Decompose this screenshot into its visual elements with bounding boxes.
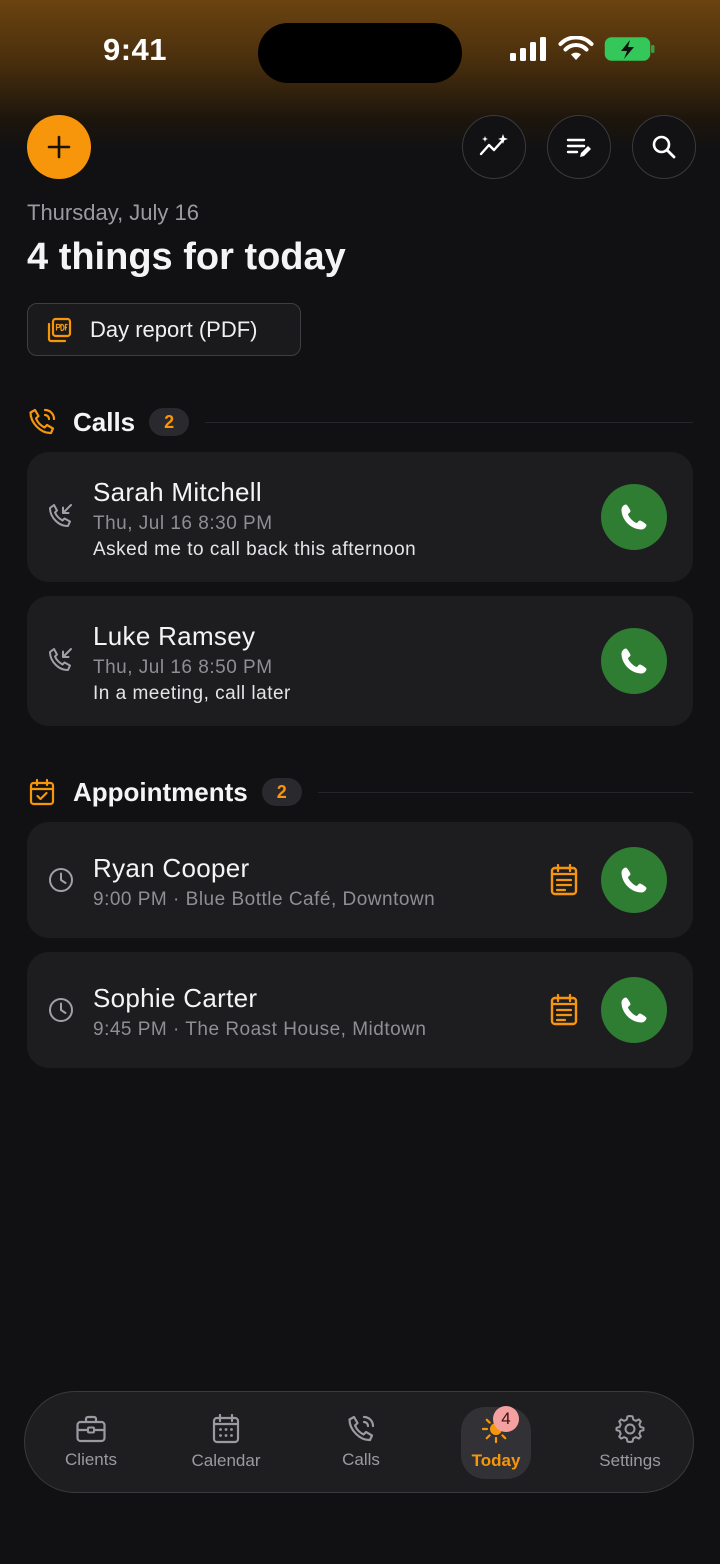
appointment-detail: 9:00 PM · Blue Bottle Café, Downtown xyxy=(93,889,436,910)
call-button[interactable] xyxy=(601,977,667,1043)
edit-list-icon xyxy=(566,138,591,157)
search-icon xyxy=(652,135,676,159)
calendar-note-icon[interactable] xyxy=(549,993,579,1027)
phone-icon xyxy=(621,997,647,1023)
tab-label: Calendar xyxy=(191,1451,261,1470)
plus-icon xyxy=(47,135,71,159)
tab-label: Calls xyxy=(342,1450,380,1469)
status-time: 9:41 xyxy=(102,32,168,67)
calendar-check-icon xyxy=(29,778,55,806)
call-card[interactable]: Luke Ramsey Thu, Jul 16 8:50 PM In a mee… xyxy=(27,596,693,726)
dynamic-island xyxy=(258,23,462,83)
appointments-section-title: Appointments xyxy=(73,776,248,807)
pdf-icon xyxy=(47,317,72,342)
tab-label: Today xyxy=(471,1451,521,1470)
appointment-card[interactable]: Ryan Cooper 9:00 PM · Blue Bottle Café, … xyxy=(27,822,693,938)
phone-call-icon xyxy=(348,1415,375,1442)
cellular-signal-icon xyxy=(510,37,546,61)
today-count-badge: 4 xyxy=(493,1406,519,1432)
incoming-call-icon xyxy=(49,648,72,671)
tab-bar: Clients Calendar Calls Today Settings xyxy=(24,1391,694,1493)
search-button[interactable] xyxy=(632,115,696,179)
battery-charging-icon xyxy=(604,37,655,61)
contact-name: Luke Ramsey xyxy=(93,621,256,651)
appointment-detail: 9:45 PM · The Roast House, Midtown xyxy=(93,1019,427,1040)
calendar-note-icon[interactable] xyxy=(549,863,579,897)
appointments-count-badge: 2 xyxy=(261,778,302,806)
insights-button[interactable] xyxy=(462,115,526,179)
tab-label: Clients xyxy=(65,1450,117,1469)
section-divider xyxy=(205,421,693,423)
current-date: Thursday, July 16 xyxy=(27,200,200,225)
call-note: Asked me to call back this afternoon xyxy=(93,539,417,560)
tab-today[interactable]: Today xyxy=(441,1392,551,1492)
tab-settings[interactable]: Settings xyxy=(575,1392,685,1492)
calendar-icon xyxy=(212,1413,240,1444)
add-button[interactable] xyxy=(27,115,91,179)
call-button[interactable] xyxy=(601,628,667,694)
call-button[interactable] xyxy=(601,847,667,913)
calls-count-badge: 2 xyxy=(149,408,190,436)
phone-call-icon xyxy=(29,408,56,435)
tab-clients[interactable]: Clients xyxy=(36,1392,146,1492)
tab-label: Settings xyxy=(599,1451,661,1470)
clock-icon xyxy=(49,998,73,1022)
phone-icon xyxy=(621,504,647,530)
gear-icon xyxy=(615,1415,645,1443)
call-button[interactable] xyxy=(601,484,667,550)
call-note: In a meeting, call later xyxy=(93,683,291,704)
phone-icon xyxy=(621,867,647,893)
day-report-button[interactable]: Day report (PDF) xyxy=(27,303,301,356)
call-time: Thu, Jul 16 8:50 PM xyxy=(93,657,273,678)
appointments-section-header: Appointments 2 xyxy=(27,772,693,812)
calls-section-title: Calls xyxy=(73,406,136,437)
contact-name: Ryan Cooper xyxy=(93,853,250,883)
incoming-call-icon xyxy=(49,504,72,527)
edit-list-button[interactable] xyxy=(547,115,611,179)
day-report-label: Day report (PDF) xyxy=(90,316,258,342)
call-card[interactable]: Sarah Mitchell Thu, Jul 16 8:30 PM Asked… xyxy=(27,452,693,582)
call-time: Thu, Jul 16 8:30 PM xyxy=(93,513,273,534)
calls-section-header: Calls 2 xyxy=(27,402,693,442)
section-divider xyxy=(317,791,693,793)
page-title: 4 things for today xyxy=(27,236,346,278)
tab-calls[interactable]: Calls xyxy=(306,1392,416,1492)
wifi-icon xyxy=(558,36,594,60)
contact-name: Sarah Mitchell xyxy=(93,477,262,507)
sparkle-trend-icon xyxy=(479,134,508,156)
contact-name: Sophie Carter xyxy=(93,983,258,1013)
briefcase-icon xyxy=(76,1415,106,1443)
status-icons xyxy=(508,36,656,62)
appointment-card[interactable]: Sophie Carter 9:45 PM · The Roast House,… xyxy=(27,952,693,1068)
tab-calendar[interactable]: Calendar xyxy=(171,1392,281,1492)
phone-icon xyxy=(621,648,647,674)
clock-icon xyxy=(49,868,73,892)
